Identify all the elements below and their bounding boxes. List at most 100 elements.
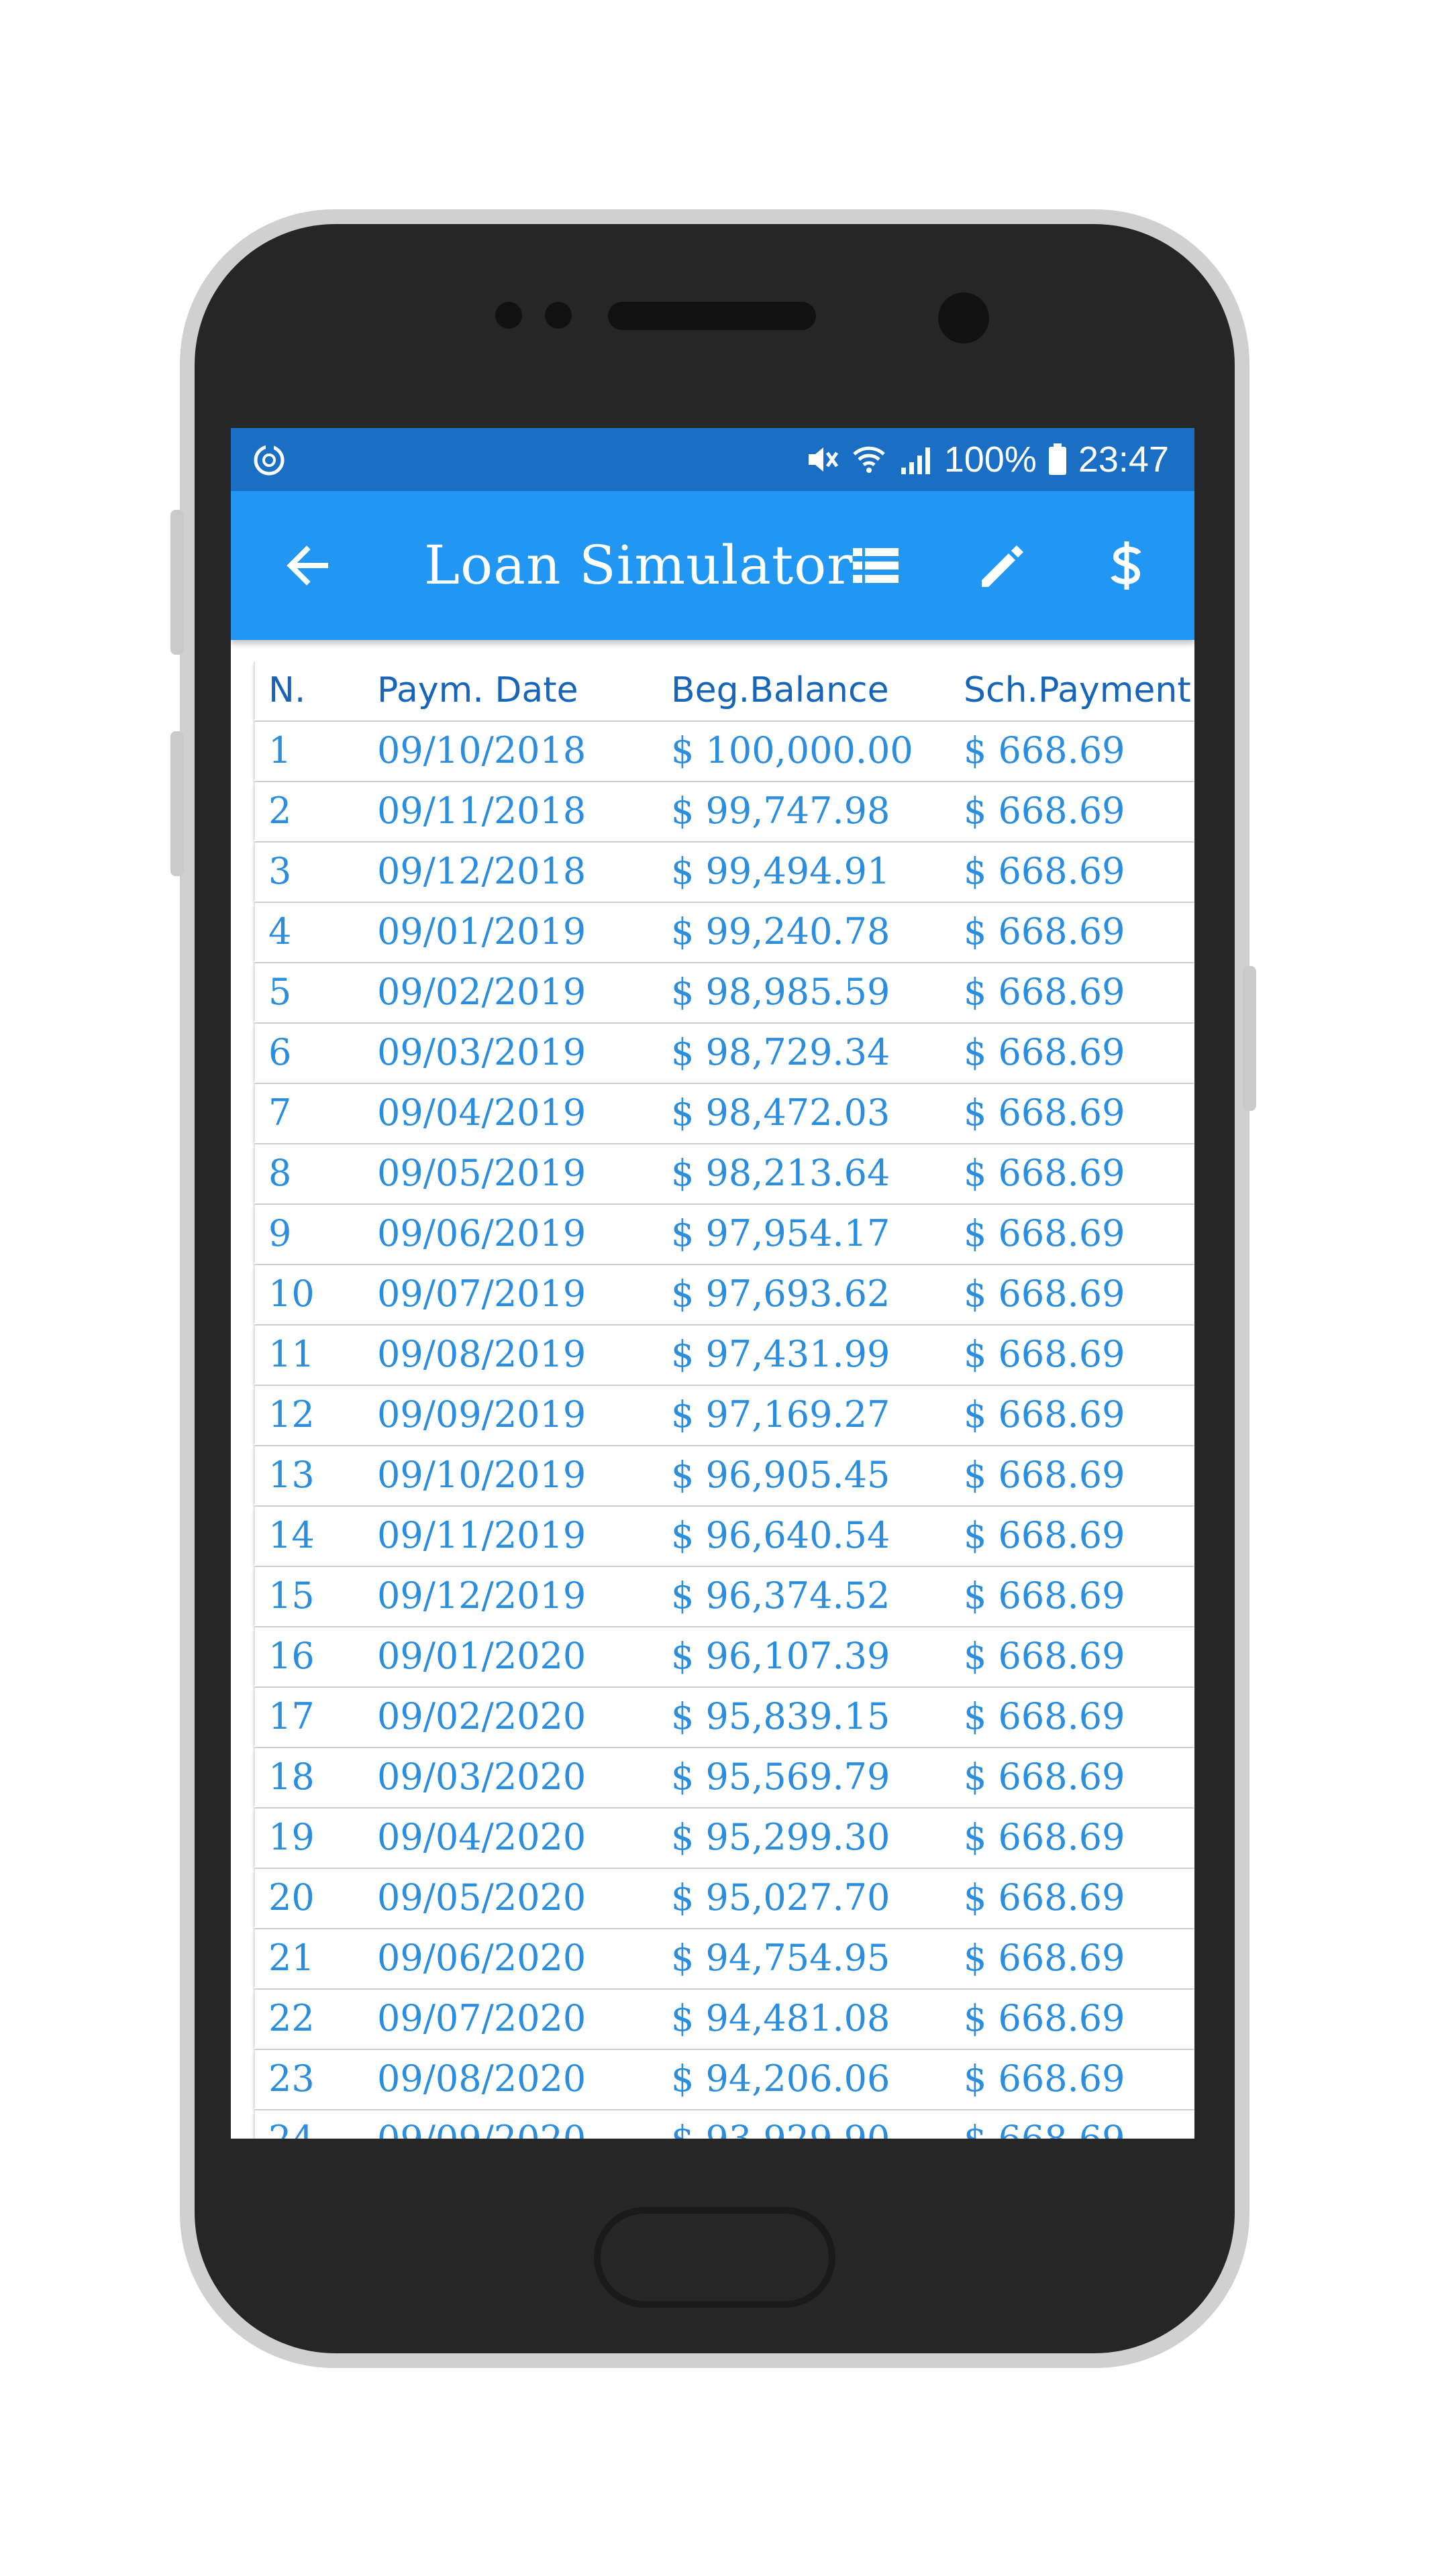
table-row[interactable]: 18 09/03/2020 $ 95,569.79 $ 668.69 — [254, 1748, 1194, 1807]
cell-payment-date: 09/01/2020 — [377, 1635, 586, 1677]
cell-number: 10 — [268, 1273, 315, 1315]
table-header-row: N. Paym. Date Beg.Balance Sch.Payment — [254, 661, 1194, 720]
table-row[interactable]: 17 09/02/2020 $ 95,839.15 $ 668.69 — [254, 1688, 1194, 1747]
home-button[interactable] — [594, 2207, 835, 2308]
table-row[interactable]: 10 09/07/2019 $ 97,693.62 $ 668.69 — [254, 1265, 1194, 1324]
cell-payment-date: 09/06/2019 — [377, 1212, 586, 1254]
cell-number: 5 — [268, 971, 292, 1013]
table-row[interactable]: 24 09/09/2020 $ 93,929.90 $ 668.69 — [254, 2110, 1194, 2139]
cell-beginning-balance: $ 93,929.90 — [671, 2110, 890, 2139]
cell-scheduled-payment: $ 668.69 — [964, 1574, 1125, 1617]
cell-payment-date: 09/02/2020 — [377, 1695, 586, 1737]
cell-beginning-balance: $ 94,481.08 — [671, 1997, 890, 2039]
status-indicators: 100% 23:47 — [803, 428, 1169, 491]
cell-number: 14 — [268, 1514, 315, 1556]
battery-icon — [1046, 441, 1069, 478]
cell-payment-date: 09/02/2019 — [377, 971, 586, 1013]
cell-beginning-balance: $ 97,954.17 — [671, 1212, 890, 1254]
cell-scheduled-payment: $ 668.69 — [964, 1756, 1125, 1798]
page-title: Loan Simulator — [424, 534, 854, 596]
sensor-dot — [495, 302, 522, 329]
cell-scheduled-payment: $ 668.69 — [964, 1997, 1125, 2039]
cell-payment-date: 09/07/2020 — [377, 1997, 586, 2039]
back-button[interactable] — [278, 535, 338, 596]
cell-beginning-balance: $ 95,027.70 — [671, 1876, 890, 1919]
cell-payment-date: 09/04/2020 — [377, 1816, 586, 1858]
table-row[interactable]: 8 09/05/2019 $ 98,213.64 $ 668.69 — [254, 1144, 1194, 1203]
pencil-icon — [982, 545, 1023, 587]
sensor-dot — [545, 302, 572, 329]
table-row[interactable]: 21 09/06/2020 $ 94,754.95 $ 668.69 — [254, 1929, 1194, 1988]
table-row[interactable]: 22 09/07/2020 $ 94,481.08 $ 668.69 — [254, 1990, 1194, 2049]
cell-payment-date: 09/10/2019 — [377, 1454, 586, 1496]
cell-beginning-balance: $ 95,569.79 — [671, 1756, 890, 1798]
cell-scheduled-payment: $ 668.69 — [964, 1393, 1125, 1436]
cell-number: 4 — [268, 910, 292, 953]
cell-payment-date: 09/05/2019 — [377, 1152, 586, 1194]
sync-status-icon — [251, 441, 287, 478]
status-bar: 100% 23:47 — [231, 428, 1194, 491]
cell-beginning-balance: $ 96,905.45 — [671, 1454, 890, 1496]
cell-payment-date: 09/11/2019 — [377, 1514, 586, 1556]
cell-payment-date: 09/09/2019 — [377, 1393, 586, 1436]
table-row[interactable]: 11 09/08/2019 $ 97,431.99 $ 668.69 — [254, 1326, 1194, 1385]
edit-button[interactable] — [972, 535, 1032, 596]
table-row[interactable]: 19 09/04/2020 $ 95,299.30 $ 668.69 — [254, 1809, 1194, 1868]
battery-percent: 100% — [943, 439, 1037, 480]
cell-payment-date: 09/06/2020 — [377, 1937, 586, 1979]
cell-beginning-balance: $ 96,107.39 — [671, 1635, 890, 1677]
volume-down-button — [170, 731, 184, 876]
front-camera — [938, 292, 989, 343]
cell-scheduled-payment: $ 668.69 — [964, 1333, 1125, 1375]
table-row[interactable]: 20 09/05/2020 $ 95,027.70 $ 668.69 — [254, 1869, 1194, 1928]
table-row[interactable]: 12 09/09/2019 $ 97,169.27 $ 668.69 — [254, 1386, 1194, 1445]
cell-number: 12 — [268, 1393, 315, 1436]
cell-beginning-balance: $ 100,000.00 — [671, 729, 913, 771]
table-row[interactable]: 1 09/10/2018 $ 100,000.00 $ 668.69 — [254, 722, 1194, 781]
power-button — [1243, 966, 1256, 1111]
cell-beginning-balance: $ 99,240.78 — [671, 910, 890, 953]
cell-beginning-balance: $ 95,299.30 — [671, 1816, 890, 1858]
cell-payment-date: 09/08/2020 — [377, 2057, 586, 2100]
cell-payment-date: 09/10/2018 — [377, 729, 586, 771]
table-row[interactable]: 5 09/02/2019 $ 98,985.59 $ 668.69 — [254, 963, 1194, 1022]
cell-number: 17 — [268, 1695, 315, 1737]
amortization-table: N. Paym. Date Beg.Balance Sch.Payment 10… — [254, 661, 1194, 2139]
table-row[interactable]: 3 09/12/2018 $ 99,494.91 $ 668.69 — [254, 843, 1194, 902]
cell-number: 1 — [268, 729, 292, 771]
table-row[interactable]: 6 09/03/2019 $ 98,729.34 $ 668.69 — [254, 1024, 1194, 1083]
table-row[interactable]: 7 09/04/2019 $ 98,472.03 $ 668.69 — [254, 1084, 1194, 1143]
cell-scheduled-payment: $ 668.69 — [964, 910, 1125, 953]
table-row[interactable]: 16 09/01/2020 $ 96,107.39 $ 668.69 — [254, 1627, 1194, 1686]
column-header-scheduled-payment: Sch.Payment — [964, 670, 1191, 710]
table-row[interactable]: 9 09/06/2019 $ 97,954.17 $ 668.69 — [254, 1205, 1194, 1264]
cell-beginning-balance: $ 97,431.99 — [671, 1333, 890, 1375]
cell-scheduled-payment: $ 668.69 — [964, 1876, 1125, 1919]
cell-beginning-balance: $ 95,839.15 — [671, 1695, 890, 1737]
table-row[interactable]: 2 09/11/2018 $ 99,747.98 $ 668.69 — [254, 782, 1194, 841]
table-row[interactable]: 4 09/01/2019 $ 99,240.78 $ 668.69 — [254, 903, 1194, 962]
column-header-payment-date: Paym. Date — [377, 670, 578, 710]
volume-up-button — [170, 510, 184, 655]
cell-scheduled-payment: $ 668.69 — [964, 1816, 1125, 1858]
table-row[interactable]: 23 09/08/2020 $ 94,206.06 $ 668.69 — [254, 2050, 1194, 2109]
app-toolbar: Loan Simulator — [231, 491, 1194, 640]
table-row[interactable]: 14 09/11/2019 $ 96,640.54 $ 668.69 — [254, 1507, 1194, 1566]
cell-payment-date: 09/12/2019 — [377, 1574, 586, 1617]
table-row[interactable]: 15 09/12/2019 $ 96,374.52 $ 668.69 — [254, 1567, 1194, 1626]
cell-scheduled-payment: $ 668.69 — [964, 1937, 1125, 1979]
cell-number: 18 — [268, 1756, 315, 1798]
cell-number: 11 — [268, 1333, 315, 1375]
cell-number: 20 — [268, 1876, 315, 1919]
cell-scheduled-payment: $ 668.69 — [964, 790, 1125, 832]
cell-number: 8 — [268, 1152, 292, 1194]
cell-payment-date: 09/03/2020 — [377, 1756, 586, 1798]
schedule-list-button[interactable] — [846, 535, 906, 596]
mute-icon — [803, 441, 841, 478]
payment-button[interactable] — [1096, 535, 1157, 596]
cell-number: 19 — [268, 1816, 315, 1858]
cell-number: 23 — [268, 2057, 315, 2100]
cell-number: 6 — [268, 1031, 292, 1073]
earpiece-speaker — [608, 302, 816, 330]
table-row[interactable]: 13 09/10/2019 $ 96,905.45 $ 668.69 — [254, 1446, 1194, 1505]
